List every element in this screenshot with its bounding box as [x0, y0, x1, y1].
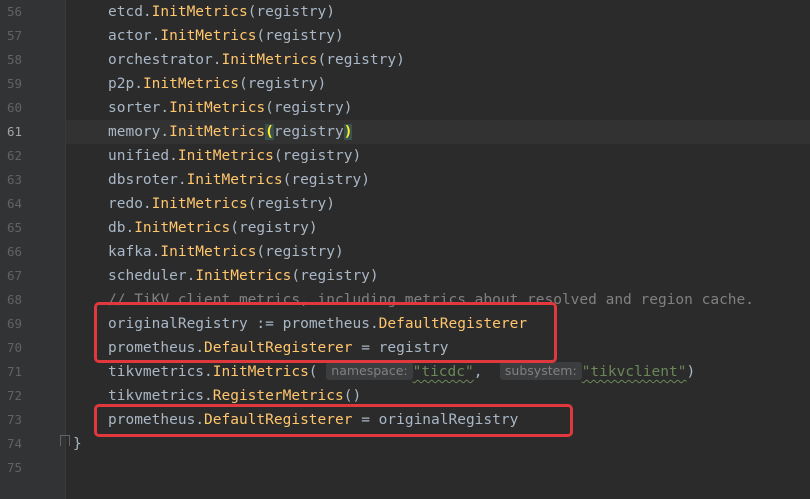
line-number: 69 — [6, 316, 22, 331]
function-name: InitMetrics — [142, 76, 239, 92]
line-number: 63 — [6, 172, 22, 187]
string-literal: "ticdc" — [412, 364, 474, 380]
matched-paren: ( — [265, 124, 274, 140]
function-name: InitMetrics — [212, 364, 309, 380]
argument: registry — [326, 52, 397, 68]
line-number: 56 — [6, 4, 22, 19]
line-number: 73 — [6, 412, 22, 427]
code-line[interactable]: unified.InitMetrics(registry) — [108, 144, 361, 168]
argument: registry — [238, 220, 309, 236]
argument: registry — [273, 124, 344, 140]
line-number: 65 — [6, 220, 22, 235]
code-editor[interactable]: 56 57 58 59 60 61 62 63 64 65 66 67 68 6… — [0, 0, 810, 499]
code-line[interactable]: p2p.InitMetrics(registry) — [108, 72, 326, 96]
line-number: 68 — [6, 292, 22, 307]
package-name: unified — [108, 148, 170, 164]
argument: registry — [265, 28, 335, 44]
line-number: 75 — [6, 460, 22, 475]
argument: registry — [265, 244, 335, 260]
line-number: 67 — [6, 268, 22, 283]
argument: registry — [291, 172, 362, 188]
function-name: InitMetrics — [169, 100, 266, 116]
argument: registry — [256, 4, 327, 20]
line-number: 66 — [6, 244, 22, 259]
argument: registry — [256, 196, 327, 212]
package-name: sorter — [108, 100, 161, 116]
code-line[interactable]: tikvmetrics.InitMetrics( namespace: "ticd… — [108, 360, 695, 384]
function-name: InitMetrics — [195, 268, 292, 284]
fold-marker-icon[interactable] — [60, 435, 70, 446]
code-line[interactable]: dbsroter.InitMetrics(registry) — [108, 168, 370, 192]
closing-brace[interactable]: } — [73, 432, 82, 456]
line-number: 59 — [6, 76, 22, 91]
code-line[interactable]: orchestrator.InitMetrics(registry) — [108, 48, 405, 72]
current-line-number: 61 — [6, 124, 22, 139]
argument: registry — [247, 76, 318, 92]
function-name: InitMetrics — [186, 172, 283, 188]
line-number-gutter: 56 57 58 59 60 61 62 63 64 65 66 67 68 6… — [0, 0, 66, 499]
package-name: actor — [108, 28, 152, 44]
package-name: db — [108, 220, 126, 236]
line-number: 58 — [6, 52, 22, 67]
code-line[interactable]: sorter.InitMetrics(registry) — [108, 96, 352, 120]
function-name: InitMetrics — [151, 196, 248, 212]
parameter-hint: namespace: — [326, 362, 413, 380]
line-number: 72 — [6, 388, 22, 403]
argument: registry — [273, 100, 344, 116]
highlight-box-registry-restore — [94, 404, 573, 437]
package-name: dbsroter — [108, 172, 178, 188]
code-line[interactable]: scheduler.InitMetrics(registry) — [108, 264, 379, 288]
function-name: InitMetrics — [169, 124, 266, 140]
package-name: tikvmetrics — [108, 388, 205, 404]
code-line[interactable]: etcd.InitMetrics(registry) — [108, 0, 335, 24]
argument: registry — [300, 268, 370, 284]
line-number: 71 — [6, 364, 22, 379]
package-name: orchestrator — [108, 52, 213, 68]
line-number: 62 — [6, 148, 22, 163]
code-line-current[interactable]: memory.InitMetrics(registry) — [108, 120, 353, 144]
argument: registry — [282, 148, 353, 164]
line-number: 64 — [6, 196, 22, 211]
function-name: InitMetrics — [134, 220, 231, 236]
code-line[interactable]: kafka.InitMetrics(registry) — [108, 240, 344, 264]
matched-paren: ) — [343, 124, 353, 140]
function-name: InitMetrics — [151, 4, 248, 20]
code-line[interactable]: redo.InitMetrics(registry) — [108, 192, 335, 216]
package-name: p2p — [108, 76, 135, 92]
code-line[interactable]: db.InitMetrics(registry) — [108, 216, 318, 240]
package-name: tikvmetrics — [108, 364, 205, 380]
package-name: memory — [108, 124, 161, 140]
function-name: InitMetrics — [221, 52, 318, 68]
line-number: 57 — [6, 28, 22, 43]
function-name: InitMetrics — [160, 244, 257, 260]
line-number: 60 — [6, 100, 22, 115]
highlight-box-registry-swap — [94, 302, 557, 363]
code-line[interactable]: actor.InitMetrics(registry) — [108, 24, 344, 48]
package-name: redo — [108, 196, 143, 212]
package-name: etcd — [108, 4, 143, 20]
line-number: 74 — [6, 436, 22, 451]
parameter-hint: subsystem: — [499, 362, 582, 380]
package-name: scheduler — [108, 268, 187, 284]
package-name: kafka — [108, 244, 152, 260]
function-name: RegisterMetrics — [212, 388, 344, 404]
function-name: InitMetrics — [160, 28, 257, 44]
line-number: 70 — [6, 340, 22, 355]
function-name: InitMetrics — [177, 148, 274, 164]
string-literal: "tikvclient" — [581, 364, 687, 380]
